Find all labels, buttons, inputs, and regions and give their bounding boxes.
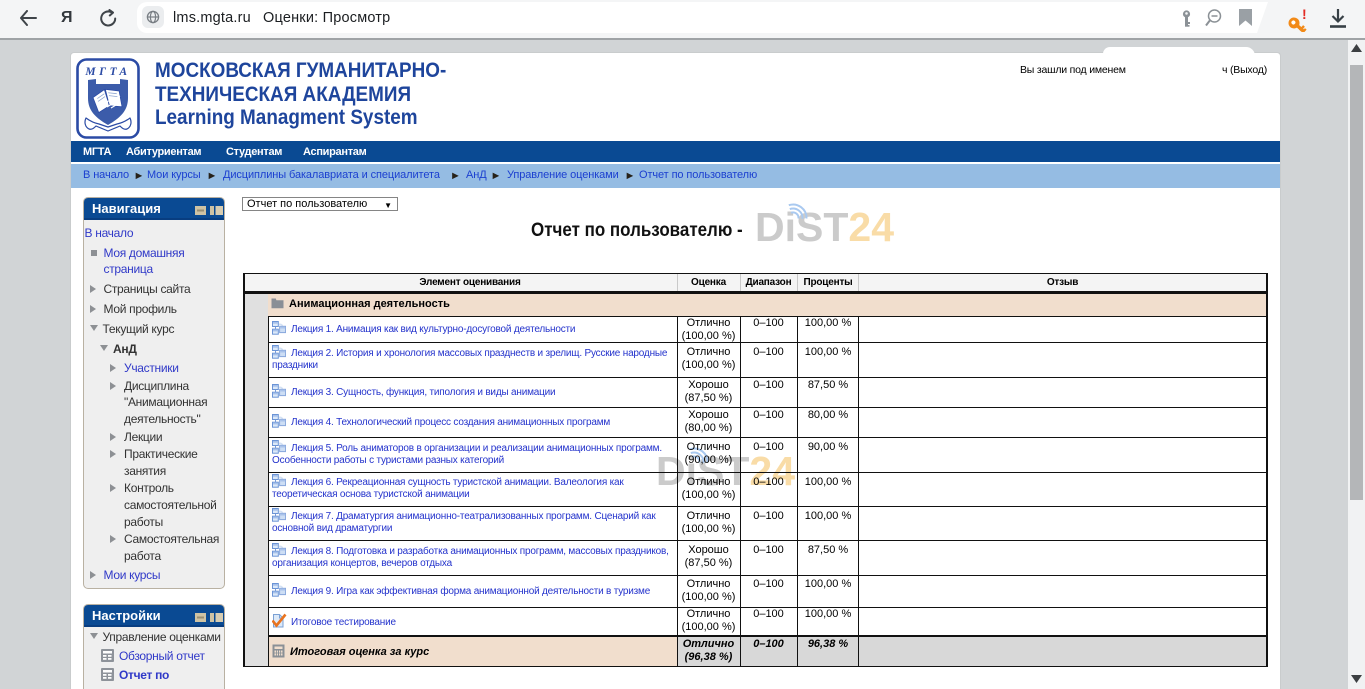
svg-text:!: ! (1302, 7, 1307, 22)
svg-text:МГТА: МГТА (84, 66, 130, 78)
